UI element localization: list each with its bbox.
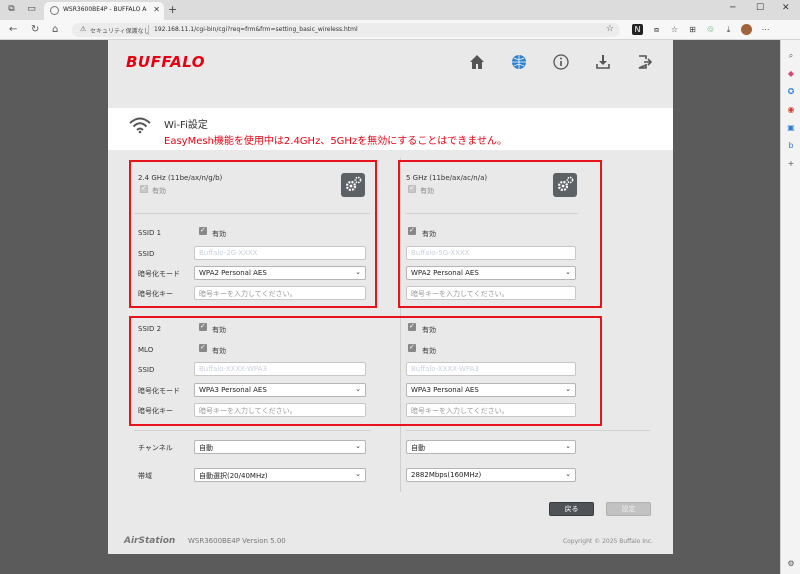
favorites-icon[interactable]: ☆ [669, 24, 680, 35]
menu-icon[interactable]: ⋯ [760, 24, 771, 35]
page-footer: AirStation WSR3600BE4P Version 5.00 Copy… [108, 526, 673, 554]
bandwidth-5-select[interactable]: 2882Mbps(160MHz) ⌄ [406, 468, 576, 482]
workspaces-icon[interactable]: ⧉ [6, 4, 17, 15]
collections-icon[interactable]: ⊞ [687, 24, 698, 35]
chevron-down-icon: ⌄ [565, 442, 571, 450]
games-icon[interactable]: ◉ [785, 104, 797, 116]
wifi-icon [128, 116, 152, 134]
shopping-icon[interactable]: ◆ [785, 68, 797, 80]
browser-tab[interactable]: WSR3600BE4P - BUFFALO AirStati ✕ [44, 2, 164, 20]
tab-actions-icon[interactable]: ▭ [26, 4, 37, 15]
bandwidth-24-select[interactable]: 自動選択(20/40MHz) ⌄ [194, 468, 366, 482]
model-version: WSR3600BE4P Version 5.00 [188, 537, 286, 545]
url-text[interactable]: 192.168.11.1/cgi-bin/cgi?req=frm&frm=set… [154, 26, 358, 33]
download-icon[interactable]: ⤓ [723, 24, 734, 35]
address-bar[interactable]: ⚠ セキュリティ保護なし 192.168.11.1/cgi-bin/cgi?re… [72, 23, 620, 37]
wireless-settings-form: 2.4 GHz (11be/ax/n/g/b) 有効 SSID 1 有効 SSI… [128, 158, 655, 492]
security-label[interactable]: セキュリティ保護なし [90, 26, 150, 35]
home-icon[interactable] [468, 53, 486, 71]
window-close-icon[interactable]: ✕ [782, 3, 790, 13]
maximize-icon[interactable]: ☐ [756, 3, 764, 13]
bandwidth-label: 帯域 [138, 472, 152, 480]
channel-5-select[interactable]: 自動 ⌄ [406, 440, 576, 454]
channel-24-value: 自動 [199, 444, 213, 452]
close-tab-icon[interactable]: ✕ [153, 5, 160, 14]
chevron-down-icon: ⌄ [355, 470, 361, 478]
copyright: Copyright © 2025 Buffalo Inc. [562, 538, 653, 545]
highlight-5ghz-ssid1 [398, 160, 602, 308]
logout-icon[interactable] [636, 53, 654, 71]
warning-icon[interactable]: ⚠ [80, 25, 86, 33]
home-icon[interactable]: ⌂ [52, 24, 58, 35]
refresh-icon[interactable]: ↻ [31, 24, 39, 35]
channel-label: チャンネル [138, 444, 173, 452]
new-tab-button[interactable]: + [168, 3, 177, 16]
globe-icon [50, 6, 59, 15]
browser-tab-bar: ⧉ ▭ WSR3600BE4P - BUFFALO AirStati ✕ + ─… [0, 0, 800, 20]
highlight-24ghz-ssid1 [129, 160, 377, 308]
airstation-logo: AirStation [124, 536, 176, 546]
chevron-down-icon: ⌄ [355, 442, 361, 450]
tools-icon[interactable]: ✪ [785, 86, 797, 98]
highlight-ssid2-mlo [129, 316, 602, 426]
download-icon[interactable] [594, 53, 612, 71]
bandwidth-24-value: 自動選択(20/40MHz) [199, 472, 268, 480]
buffalo-logo[interactable]: BUFFALO [126, 53, 205, 71]
page-header: BUFFALO [108, 40, 673, 102]
notion-icon[interactable]: N [632, 24, 643, 35]
avatar[interactable] [741, 24, 752, 35]
settings-icon[interactable]: ⚙ [785, 558, 797, 570]
extension-icon[interactable]: ♲ [705, 24, 716, 35]
divider-24-c [134, 430, 370, 431]
edge-sidebar: ⌕ ◆ ✪ ◉ ▣ b + ⚙ [780, 40, 800, 574]
channel-5-value: 自動 [411, 444, 425, 452]
favorite-star-icon[interactable]: ☆ [606, 24, 614, 34]
tab-title: WSR3600BE4P - BUFFALO AirStati [63, 6, 147, 13]
apply-button[interactable]: 設定 [606, 502, 651, 516]
wifi-settings-header: Wi-Fi設定 EasyMesh機能を使用中は2.4GHz、5GHzを無効にする… [108, 108, 673, 150]
page-title: Wi-Fi設定 [164, 120, 208, 131]
easymesh-warning: EasyMesh機能を使用中は2.4GHz、5GHzを無効にすることはできません… [164, 136, 508, 147]
minimize-icon[interactable]: ─ [730, 3, 735, 13]
address-toolbar: ← ↻ ⌂ ⚠ セキュリティ保護なし 192.168.11.1/cgi-bin/… [0, 20, 800, 40]
split-screen-icon[interactable]: ⧈ [651, 24, 662, 35]
back-button[interactable]: 戻る [549, 502, 594, 516]
office-icon[interactable]: ▣ [785, 122, 797, 134]
add-icon[interactable]: + [785, 158, 797, 170]
address-separator [148, 25, 149, 35]
router-page: BUFFALO Wi-Fi設定 EasyMesh機能を使用中は2.4GHz、5G… [108, 40, 673, 554]
bing-icon[interactable]: b [785, 140, 797, 152]
chevron-down-icon: ⌄ [565, 470, 571, 478]
search-icon[interactable]: ⌕ [785, 50, 797, 62]
back-arrow-icon[interactable]: ← [9, 24, 17, 35]
bandwidth-5-value: 2882Mbps(160MHz) [411, 471, 482, 479]
channel-24-select[interactable]: 自動 ⌄ [194, 440, 366, 454]
info-icon[interactable] [552, 53, 570, 71]
globe-icon[interactable] [510, 53, 528, 71]
divider-5-c [406, 430, 650, 431]
